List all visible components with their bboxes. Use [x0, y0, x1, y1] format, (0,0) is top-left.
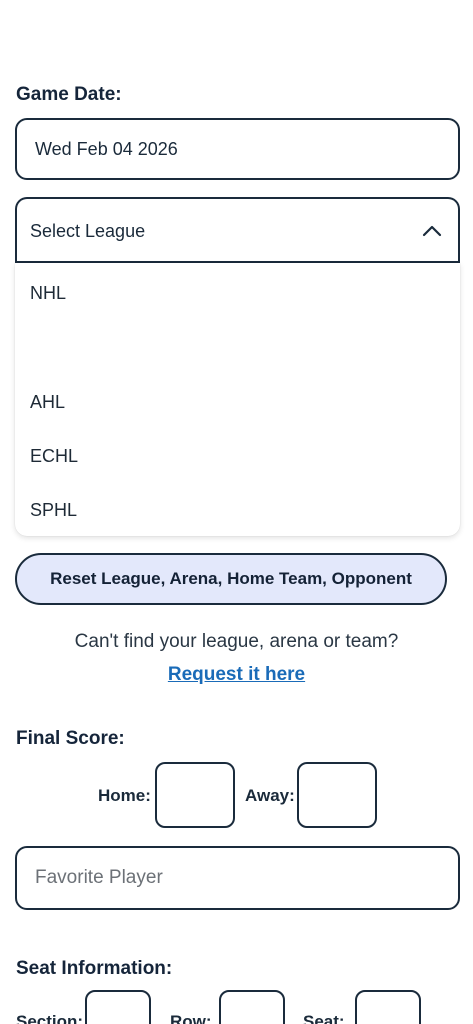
reset-league-button[interactable]: Reset League, Arena, Home Team, Opponent	[15, 553, 447, 605]
away-score-label: Away:	[245, 786, 295, 805]
home-score-input[interactable]	[155, 762, 235, 828]
seat-label: Seat:	[303, 1012, 345, 1024]
seat-info-label: Seat Information:	[16, 958, 173, 979]
row-input[interactable]	[219, 990, 285, 1024]
league-option-echl[interactable]: ECHL	[30, 446, 78, 467]
favorite-player-input[interactable]: Favorite Player	[15, 846, 460, 910]
league-option-nhl[interactable]: NHL	[30, 283, 66, 304]
seat-input[interactable]	[355, 990, 421, 1024]
home-score-label: Home:	[98, 786, 151, 805]
help-text: Can't find your league, arena or team?	[74, 631, 399, 652]
league-select[interactable]: Select League	[15, 197, 460, 263]
final-score-label: Final Score:	[16, 728, 125, 749]
league-option-ahl[interactable]: AHL	[30, 392, 65, 413]
favorite-player-placeholder: Favorite Player	[35, 867, 163, 888]
section-label: Section:	[16, 1012, 84, 1024]
league-select-placeholder: Select League	[30, 220, 146, 241]
league-options-menu: NHL AHL ECHL SPHL	[15, 263, 460, 536]
game-date-label: Game Date:	[16, 84, 122, 105]
away-score-input[interactable]	[297, 762, 377, 828]
request-link[interactable]: Request it here	[0, 664, 473, 686]
game-date-value: Wed Feb 04 2026	[35, 138, 178, 159]
league-option-sphl[interactable]: SPHL	[30, 500, 77, 521]
section-input[interactable]	[85, 990, 151, 1024]
chevron-up-icon	[422, 225, 442, 237]
row-label: Row:	[170, 1012, 212, 1024]
game-date-input[interactable]: Wed Feb 04 2026	[15, 118, 460, 180]
